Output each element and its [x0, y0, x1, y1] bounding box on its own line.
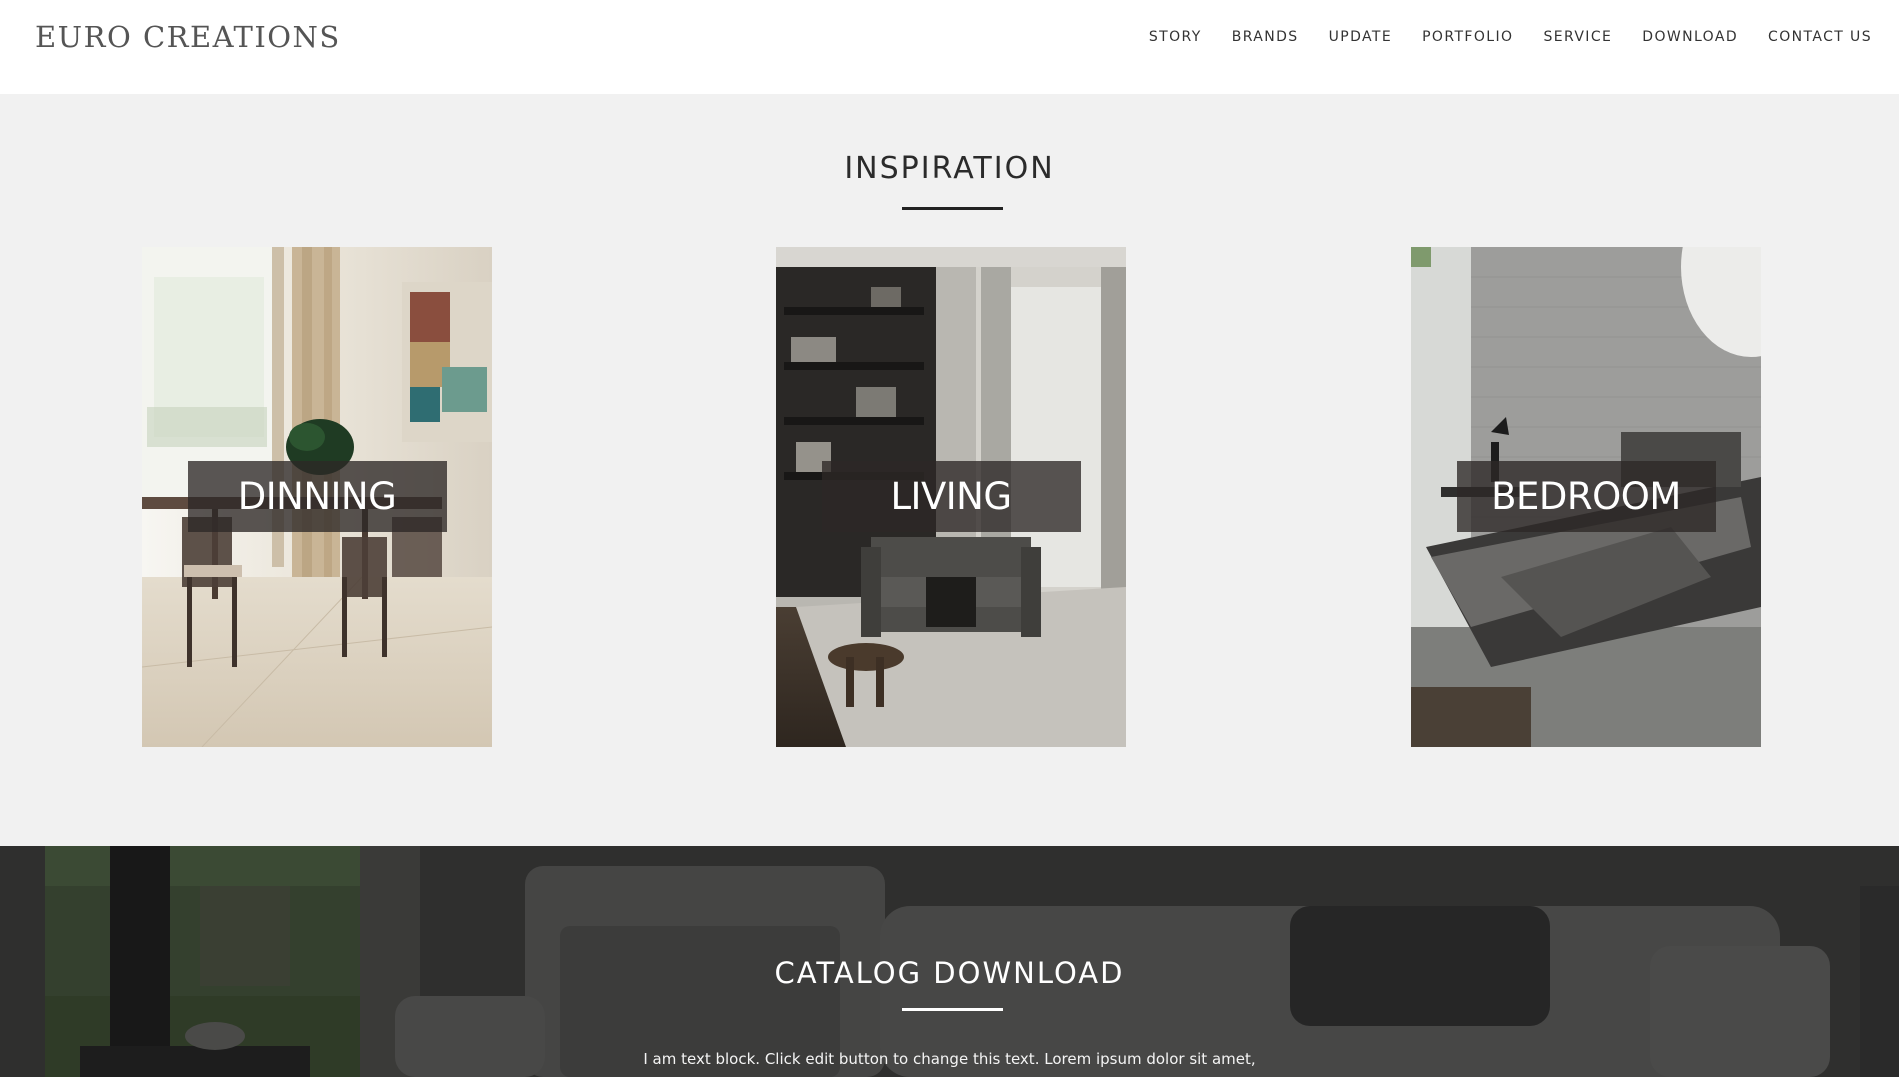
dining-label: DINNING: [237, 475, 397, 518]
catalog-title-underline: [902, 1008, 1003, 1011]
catalog-description: I am text block. Click edit button to ch…: [643, 1050, 1256, 1068]
inspiration-card-living[interactable]: LIVING: [776, 247, 1126, 747]
inspiration-card-bedroom[interactable]: BEDROOM: [1411, 247, 1761, 747]
main-nav: STORY BRANDS UPDATE PORTFOLIO SERVICE DO…: [1119, 29, 1872, 45]
site-header: EURO CREATIONS STORY BRANDS UPDATE PORTF…: [0, 0, 1899, 94]
nav-update[interactable]: UPDATE: [1329, 29, 1393, 45]
catalog-title: CATALOG DOWNLOAD: [774, 956, 1125, 990]
nav-portfolio[interactable]: PORTFOLIO: [1422, 29, 1513, 45]
bedroom-label: BEDROOM: [1491, 475, 1681, 518]
nav-brands[interactable]: BRANDS: [1232, 29, 1299, 45]
catalog-section: CATALOG DOWNLOAD I am text block. Click …: [0, 846, 1899, 1077]
nav-service[interactable]: SERVICE: [1543, 29, 1612, 45]
living-label: LIVING: [890, 475, 1012, 518]
nav-story[interactable]: STORY: [1149, 29, 1202, 45]
site-logo[interactable]: EURO CREATIONS: [35, 20, 341, 54]
inspiration-card-dining[interactable]: DINNING: [142, 247, 492, 747]
nav-contact-us[interactable]: CONTACT US: [1768, 29, 1872, 45]
inspiration-title: INSPIRATION: [844, 151, 1055, 186]
inspiration-title-underline: [902, 207, 1003, 210]
nav-download[interactable]: DOWNLOAD: [1642, 29, 1738, 45]
